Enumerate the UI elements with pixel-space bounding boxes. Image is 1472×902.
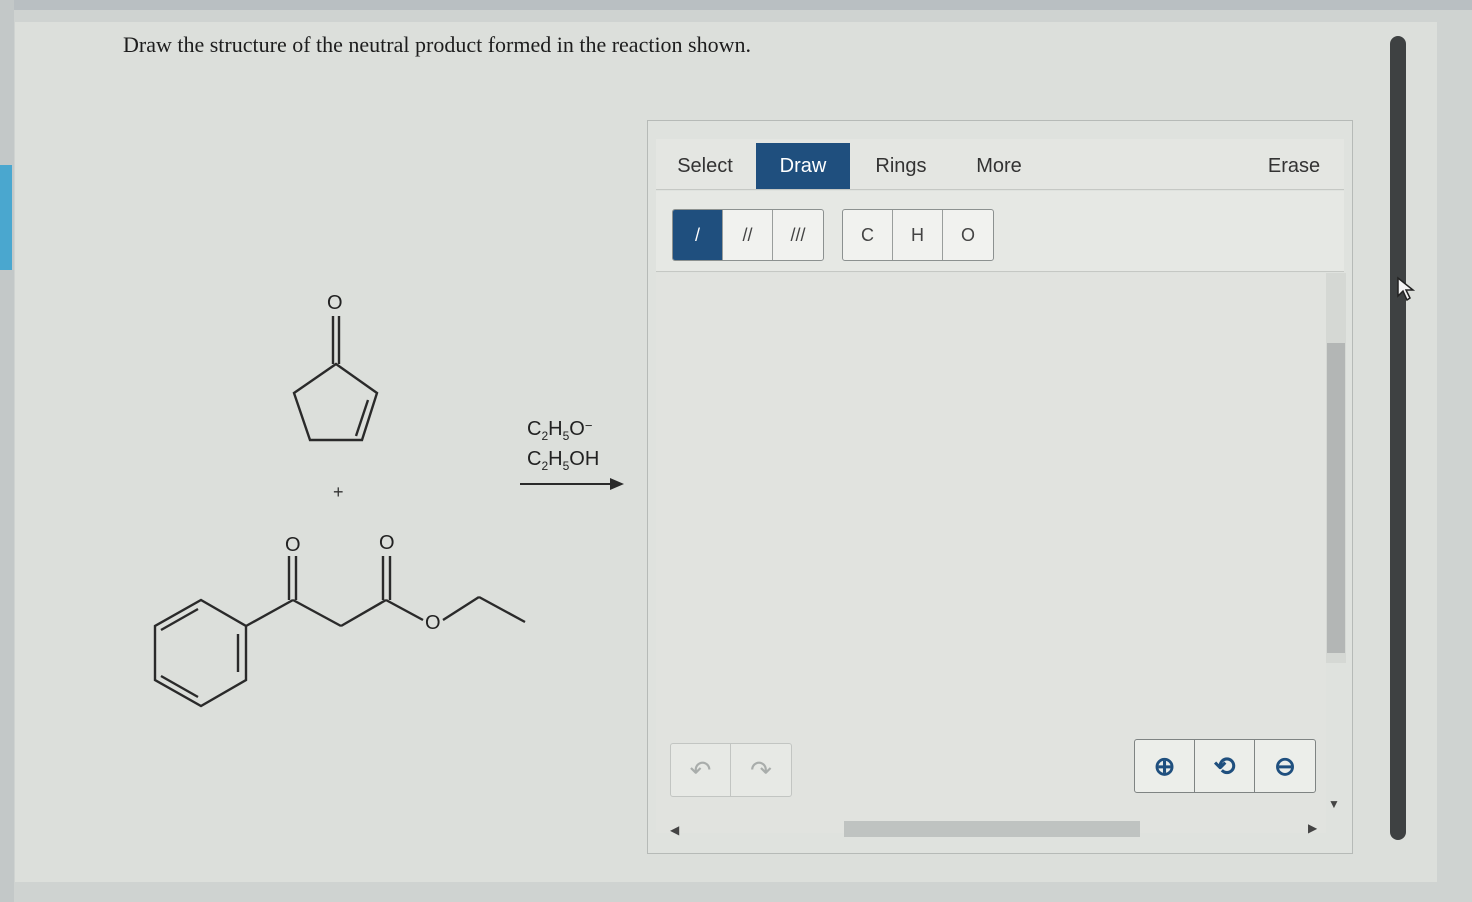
history-button-group: ↶ ↷ bbox=[670, 743, 792, 797]
double-bond-button[interactable]: // bbox=[723, 210, 773, 260]
carbon-atom-button[interactable]: C bbox=[843, 210, 893, 260]
reagent-ethoxide: C2H5O− bbox=[527, 418, 593, 443]
ester-oxygen-label: O bbox=[425, 612, 441, 634]
question-page: Draw the structure of the neutral produc… bbox=[15, 22, 1437, 882]
atom-button-group: C H O bbox=[842, 209, 994, 261]
tab-select[interactable]: Select bbox=[666, 143, 744, 189]
canvas-vertical-scroll-thumb[interactable] bbox=[1327, 343, 1345, 653]
structure-editor: Select Draw Rings More Erase / // /// C … bbox=[647, 120, 1353, 854]
editor-tabbar: Select Draw Rings More Erase bbox=[656, 139, 1344, 190]
editor-toolbar: / // /// C H O bbox=[656, 191, 1344, 272]
bond-button-group: / // /// bbox=[672, 209, 824, 261]
zoom-reset-icon[interactable]: ⟲ bbox=[1195, 740, 1255, 792]
single-bond-button[interactable]: / bbox=[673, 210, 723, 260]
cyclopentenone-structure bbox=[292, 316, 379, 442]
reaction-arrow-head bbox=[610, 478, 624, 490]
benzoyl-acetate-structure bbox=[153, 556, 526, 708]
canvas-horizontal-scrollbar[interactable] bbox=[844, 821, 1140, 837]
scroll-down-icon[interactable]: ▼ bbox=[1328, 797, 1340, 811]
scroll-left-icon[interactable]: ◀ bbox=[670, 823, 679, 837]
scroll-right-icon[interactable]: ▶ bbox=[1308, 821, 1317, 835]
redo-icon[interactable]: ↷ bbox=[731, 744, 791, 796]
tab-rings[interactable]: Rings bbox=[862, 143, 940, 189]
tab-erase[interactable]: Erase bbox=[1256, 143, 1332, 189]
zoom-in-icon[interactable]: ⊕ bbox=[1135, 740, 1195, 792]
ketone-oxygen-label: O bbox=[327, 292, 343, 314]
tab-more[interactable]: More bbox=[960, 143, 1038, 189]
tab-draw[interactable]: Draw bbox=[756, 143, 850, 189]
left-accent-tab[interactable] bbox=[0, 165, 12, 270]
mouse-cursor-icon bbox=[1397, 276, 1416, 302]
plus-sign: + bbox=[333, 482, 344, 502]
triple-bond-button[interactable]: /// bbox=[773, 210, 823, 260]
reagent-ethanol: C2H5OH bbox=[527, 448, 600, 473]
left-nav-strip bbox=[0, 0, 14, 902]
zoom-button-group: ⊕ ⟲ ⊖ bbox=[1134, 739, 1316, 793]
ketone-oxygen-label-2: O bbox=[285, 534, 301, 556]
oxygen-atom-button[interactable]: O bbox=[943, 210, 993, 260]
page-scrollbar[interactable] bbox=[1390, 36, 1406, 840]
ester-carbonyl-oxygen-label: O bbox=[379, 532, 395, 554]
hydrogen-atom-button[interactable]: H bbox=[893, 210, 943, 260]
zoom-out-icon[interactable]: ⊖ bbox=[1255, 740, 1315, 792]
undo-icon[interactable]: ↶ bbox=[671, 744, 731, 796]
browser-top-strip bbox=[0, 0, 1472, 10]
